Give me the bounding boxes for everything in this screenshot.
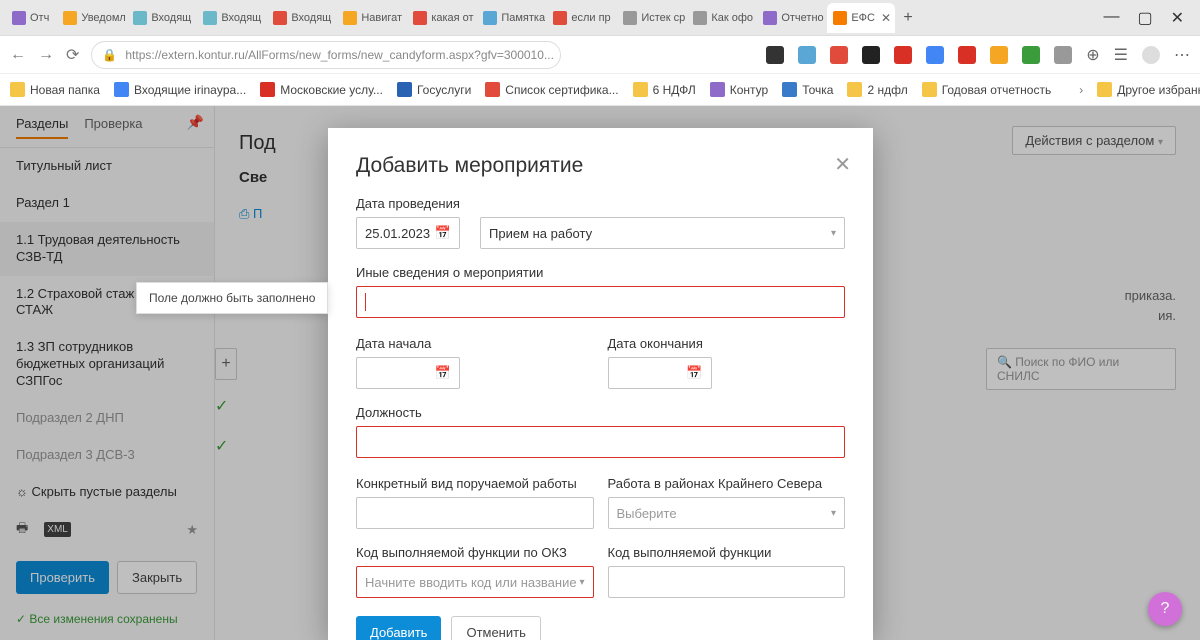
cancel-button[interactable]: Отменить — [451, 616, 540, 640]
ext-icon[interactable] — [958, 46, 976, 64]
browser-tab[interactable]: Входящ — [127, 3, 195, 33]
browser-tab[interactable]: Истек ср — [617, 3, 685, 33]
browser-tab[interactable]: Входящ — [267, 3, 335, 33]
bookmark-item[interactable]: Госуслуги — [397, 82, 471, 97]
close-icon[interactable]: ✕ — [834, 152, 851, 177]
calendar-icon[interactable]: 📅 — [686, 365, 702, 381]
func-code-label: Код выполняемой функции — [608, 545, 846, 560]
extensions-icon[interactable]: ⊕ — [1086, 45, 1099, 65]
menu-icon[interactable]: ⋯ — [1174, 45, 1190, 65]
maximize-icon[interactable]: ▢ — [1137, 8, 1152, 28]
position-label: Должность — [356, 405, 845, 420]
address-bar: ← → ⟳ 🔒 https://extern.kontur.ru/AllForm… — [0, 36, 1200, 74]
north-label: Работа в районах Крайнего Севера — [608, 476, 846, 491]
okz-label: Код выполняемой функции по ОКЗ — [356, 545, 594, 560]
browser-tab[interactable]: Как офо — [687, 3, 755, 33]
browser-tab[interactable]: Памятка — [477, 3, 545, 33]
ext-icon[interactable] — [766, 46, 784, 64]
bookmark-item[interactable]: 6 НДФЛ — [633, 82, 696, 97]
url-input[interactable]: 🔒 https://extern.kontur.ru/AllForms/new_… — [91, 41, 561, 69]
add-event-modal: ✕ Добавить мероприятие Дата проведения 2… — [328, 128, 873, 640]
window-controls: — ▢ ✕ — [1093, 8, 1194, 28]
collections-icon[interactable]: ☰ — [1114, 45, 1128, 65]
tab-close-icon[interactable]: ✕ — [881, 11, 891, 25]
bookmark-item[interactable]: Входящие irinaypa... — [114, 82, 246, 97]
browser-tab[interactable]: Отчетно — [757, 3, 825, 33]
ext-icon[interactable] — [798, 46, 816, 64]
back-icon[interactable]: ← — [10, 46, 26, 64]
bookmark-item[interactable]: Годовая отчетность — [922, 82, 1052, 97]
help-fab[interactable]: ? — [1148, 592, 1182, 626]
start-date-label: Дата начала — [356, 336, 594, 351]
date-label: Дата проведения — [356, 196, 466, 211]
ext-icon[interactable] — [830, 46, 848, 64]
bookmark-item[interactable]: Список сертифика... — [485, 82, 618, 97]
minimize-icon[interactable]: — — [1103, 8, 1119, 28]
lock-icon: 🔒 — [102, 48, 117, 62]
add-button[interactable]: Добавить — [356, 616, 441, 640]
modal-title: Добавить мероприятие — [356, 154, 845, 178]
ext-icon[interactable] — [926, 46, 944, 64]
forward-icon[interactable]: → — [38, 46, 54, 64]
chevron-down-icon: ▾ — [831, 228, 836, 239]
browser-tab[interactable]: Входящ — [197, 3, 265, 33]
browser-tab[interactable]: если пр — [547, 3, 615, 33]
event-type-select[interactable]: Прием на работу ▾ — [480, 217, 845, 249]
chevron-down-icon: ▾ — [579, 577, 584, 588]
profile-avatar[interactable] — [1142, 46, 1160, 64]
ext-icon[interactable] — [894, 46, 912, 64]
browser-tab[interactable]: Отч — [6, 3, 55, 33]
browser-tab[interactable]: Уведомл — [57, 3, 125, 33]
bookmark-item[interactable]: 2 ндфл — [847, 82, 907, 97]
end-date-label: Дата окончания — [608, 336, 846, 351]
other-info-input[interactable] — [356, 286, 845, 318]
work-kind-label: Конкретный вид поручаемой работы — [356, 476, 594, 491]
end-date-input[interactable]: 📅 — [608, 357, 712, 389]
bookmark-item[interactable]: Контур — [710, 82, 768, 97]
calendar-icon[interactable]: 📅 — [435, 365, 451, 381]
ext-icon[interactable] — [1022, 46, 1040, 64]
browser-tab[interactable]: какая от — [407, 3, 475, 33]
ext-icon[interactable] — [862, 46, 880, 64]
browser-tab[interactable]: Навигат — [337, 3, 405, 33]
browser-titlebar: ОтчУведомлВходящВходящВходящНавигаткакая… — [0, 0, 1200, 36]
reload-icon[interactable]: ⟳ — [66, 45, 79, 65]
position-input[interactable] — [356, 426, 845, 458]
url-text: https://extern.kontur.ru/AllForms/new_fo… — [125, 48, 554, 62]
bookmark-item[interactable]: Новая папка — [10, 82, 100, 97]
bookmark-item[interactable]: Точка — [782, 82, 833, 97]
other-info-label: Иные сведения о мероприятии — [356, 265, 845, 280]
new-tab-button[interactable]: + — [897, 3, 918, 33]
func-code-input[interactable] — [608, 566, 846, 598]
okz-select[interactable]: Начните вводить код или название ▾ — [356, 566, 594, 598]
bookmarks-overflow-icon[interactable]: › — [1079, 83, 1083, 97]
chevron-down-icon: ▾ — [831, 508, 836, 519]
other-bookmarks[interactable]: Другое избранное — [1097, 82, 1200, 97]
calendar-icon[interactable]: 📅 — [435, 225, 451, 241]
bookmarks-bar: Новая папка Входящие irinaypa... Московски… — [0, 74, 1200, 106]
event-date-input[interactable]: 25.01.2023 📅 — [356, 217, 460, 249]
close-window-icon[interactable]: ✕ — [1171, 8, 1184, 28]
ext-icon[interactable] — [990, 46, 1008, 64]
validation-tooltip: Поле должно быть заполнено — [136, 282, 328, 314]
north-select[interactable]: Выберите ▾ — [608, 497, 846, 529]
bookmark-item[interactable]: Московские услу... — [260, 82, 383, 97]
work-kind-input[interactable] — [356, 497, 594, 529]
ext-icon[interactable] — [1054, 46, 1072, 64]
start-date-input[interactable]: 📅 — [356, 357, 460, 389]
browser-tab[interactable]: ЕФС✕ — [827, 3, 895, 33]
